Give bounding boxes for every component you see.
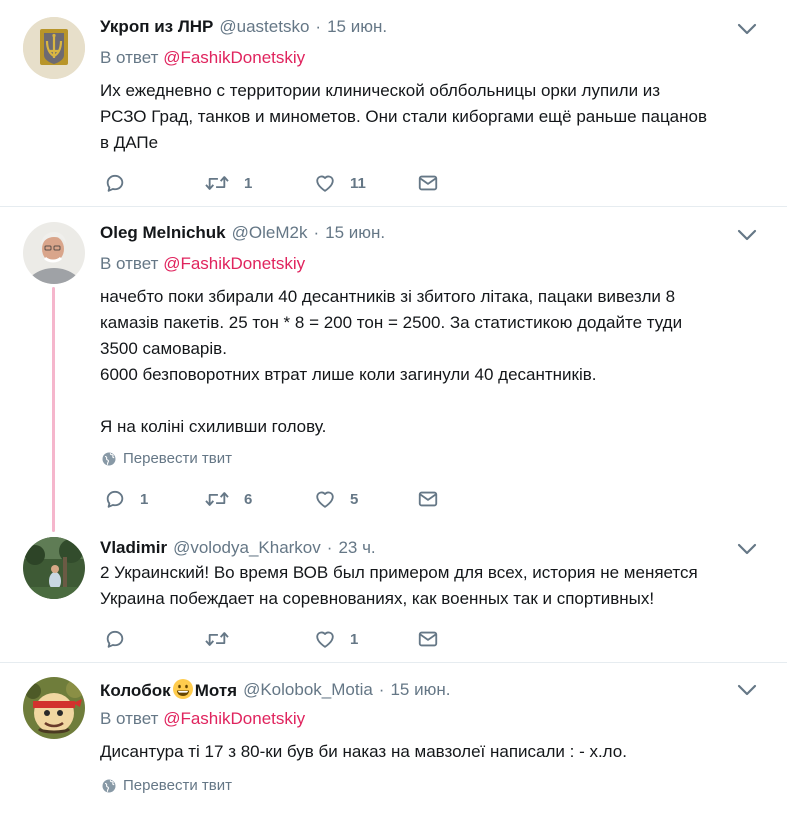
direct-message-button[interactable] bbox=[417, 172, 439, 194]
reply-prefix: В ответ bbox=[100, 254, 159, 273]
envelope-icon bbox=[417, 488, 439, 510]
reply-button[interactable]: 1 bbox=[104, 488, 148, 510]
reply-icon bbox=[104, 488, 126, 510]
like-button[interactable]: 11 bbox=[314, 172, 366, 194]
tweet[interactable]: Oleg Melnichuk @OleM2k · 15 июн. В ответ… bbox=[0, 207, 787, 525]
like-count: 5 bbox=[350, 490, 359, 508]
like-count: 1 bbox=[350, 630, 359, 648]
envelope-icon bbox=[417, 628, 439, 650]
grinning-face-emoji bbox=[172, 679, 193, 699]
direct-message-button[interactable] bbox=[417, 488, 439, 510]
user-name-part: Мотя bbox=[194, 681, 238, 700]
reply-button[interactable] bbox=[104, 628, 140, 650]
tweet-line: Украина побеждает на соревнованиях, как … bbox=[100, 589, 655, 608]
reply-context: В ответ @FashikDonetskiy bbox=[100, 48, 305, 68]
timestamp[interactable]: 15 июн. bbox=[390, 680, 450, 700]
reply-prefix: В ответ bbox=[100, 709, 159, 728]
reply-context: В ответ @FashikDonetskiy bbox=[100, 709, 305, 729]
reply-count: 1 bbox=[140, 490, 149, 508]
tweet-text: 2 Украинский! Во время ВОВ был примером … bbox=[100, 560, 760, 612]
like-button[interactable]: 5 bbox=[314, 488, 358, 510]
retweet-button[interactable] bbox=[204, 628, 244, 650]
tweet-line: камазів пакетів. 25 тон * 8 = 200 тон = … bbox=[100, 313, 683, 332]
user-name[interactable]: Oleg Melnichuk bbox=[100, 223, 226, 243]
reply-mention-link[interactable]: @FashikDonetskiy bbox=[163, 709, 305, 728]
separator-dot: · bbox=[313, 223, 320, 242]
retweet-icon bbox=[204, 172, 230, 194]
tweet[interactable]: Vladimir @volodya_Kharkov · 23 ч. 2 Укра… bbox=[0, 525, 787, 663]
translate-label: Перевести твит bbox=[123, 777, 232, 794]
tweet-actions: 1 11 bbox=[104, 172, 464, 196]
avatar[interactable] bbox=[23, 537, 85, 599]
like-button[interactable]: 1 bbox=[314, 628, 358, 650]
retweet-icon bbox=[204, 488, 230, 510]
reply-mention-link[interactable]: @FashikDonetskiy bbox=[163, 48, 305, 67]
tweet-header: Укроп из ЛНР @uastetsko · 15 июн. bbox=[100, 17, 387, 37]
translate-tweet-link[interactable]: Перевести твит bbox=[101, 777, 232, 794]
envelope-icon bbox=[417, 172, 439, 194]
direct-message-button[interactable] bbox=[417, 628, 439, 650]
reply-icon bbox=[104, 172, 126, 194]
separator-dot: · bbox=[326, 538, 333, 557]
timestamp[interactable]: 15 июн. bbox=[327, 17, 387, 37]
tweet-line: начебто поки збирали 40 десантників зі з… bbox=[100, 287, 676, 306]
reply-button[interactable] bbox=[104, 172, 140, 194]
chevron-down-icon[interactable] bbox=[737, 542, 757, 556]
tweet-line: Я на коліні схиливши голову. bbox=[100, 417, 327, 436]
separator-dot: · bbox=[315, 17, 322, 36]
user-name[interactable]: Колобок Мотя bbox=[100, 678, 237, 701]
chevron-down-icon[interactable] bbox=[737, 228, 757, 242]
user-name[interactable]: Укроп из ЛНР bbox=[100, 17, 213, 37]
timestamp[interactable]: 23 ч. bbox=[338, 538, 375, 558]
globe-icon bbox=[101, 451, 117, 467]
tweet-line-blank bbox=[100, 388, 760, 414]
user-handle[interactable]: @volodya_Kharkov bbox=[173, 538, 321, 558]
tweet-line: РСЗО Град, танков и минометов. Они стали… bbox=[100, 107, 708, 126]
globe-icon bbox=[101, 778, 117, 794]
tweet-text: Дисантура ті 17 з 80-ки був би наказ на … bbox=[100, 739, 760, 765]
tweet-text: начебто поки збирали 40 десантників зі з… bbox=[100, 284, 760, 440]
like-count: 11 bbox=[350, 174, 366, 192]
tweet-header: Vladimir @volodya_Kharkov · 23 ч. bbox=[100, 538, 376, 558]
retweet-icon bbox=[204, 628, 230, 650]
reply-context: В ответ @FashikDonetskiy bbox=[100, 254, 305, 274]
retweet-count: 6 bbox=[244, 490, 253, 508]
heart-icon bbox=[314, 628, 336, 650]
user-handle[interactable]: @Kolobok_Motia bbox=[243, 680, 373, 700]
tweet[interactable]: Колобок Мотя @Kolobok_Motia · 15 июн. В … bbox=[0, 663, 787, 813]
user-handle[interactable]: @OleM2k bbox=[232, 223, 308, 243]
tweet-header: Колобок Мотя @Kolobok_Motia · 15 июн. bbox=[100, 678, 450, 701]
tweet-text: Их ежедневно с территории клинической об… bbox=[100, 78, 760, 156]
avatar[interactable] bbox=[23, 222, 85, 284]
heart-icon bbox=[314, 172, 336, 194]
user-handle[interactable]: @uastetsko bbox=[219, 17, 309, 37]
tweet-line: 2 Украинский! Во время ВОВ был примером … bbox=[100, 563, 698, 582]
retweet-button[interactable]: 1 bbox=[204, 172, 252, 194]
translate-label: Перевести твит bbox=[123, 450, 232, 467]
tweet-line: в ДАПе bbox=[100, 133, 159, 152]
tweet-header: Oleg Melnichuk @OleM2k · 15 июн. bbox=[100, 223, 385, 243]
heart-icon bbox=[314, 488, 336, 510]
user-name[interactable]: Vladimir bbox=[100, 538, 167, 558]
translate-tweet-link[interactable]: Перевести твит bbox=[101, 450, 232, 467]
avatar[interactable] bbox=[23, 677, 85, 739]
avatar[interactable] bbox=[23, 17, 85, 79]
retweet-button[interactable]: 6 bbox=[204, 488, 252, 510]
reply-icon bbox=[104, 628, 126, 650]
separator-dot: · bbox=[378, 679, 385, 699]
tweet[interactable]: Укроп из ЛНР @uastetsko · 15 июн. В отве… bbox=[0, 0, 787, 207]
reply-mention-link[interactable]: @FashikDonetskiy bbox=[163, 254, 305, 273]
reply-prefix: В ответ bbox=[100, 48, 159, 67]
tweet-line: 3500 самоварів. bbox=[100, 339, 227, 358]
tweet-actions: 1 bbox=[104, 628, 464, 652]
chevron-down-icon[interactable] bbox=[737, 22, 757, 36]
tweet-line: 6000 безповоротних втрат лише коли загин… bbox=[100, 365, 597, 384]
timestamp[interactable]: 15 июн. bbox=[325, 223, 385, 243]
tweet-line: Дисантура ті 17 з 80-ки був би наказ на … bbox=[100, 742, 627, 761]
tweet-actions: 1 6 5 bbox=[104, 488, 464, 512]
user-name-part: Колобок bbox=[100, 681, 171, 700]
tweet-line: Их ежедневно с территории клинической об… bbox=[100, 81, 661, 100]
chevron-down-icon[interactable] bbox=[737, 683, 757, 697]
retweet-count: 1 bbox=[244, 174, 253, 192]
